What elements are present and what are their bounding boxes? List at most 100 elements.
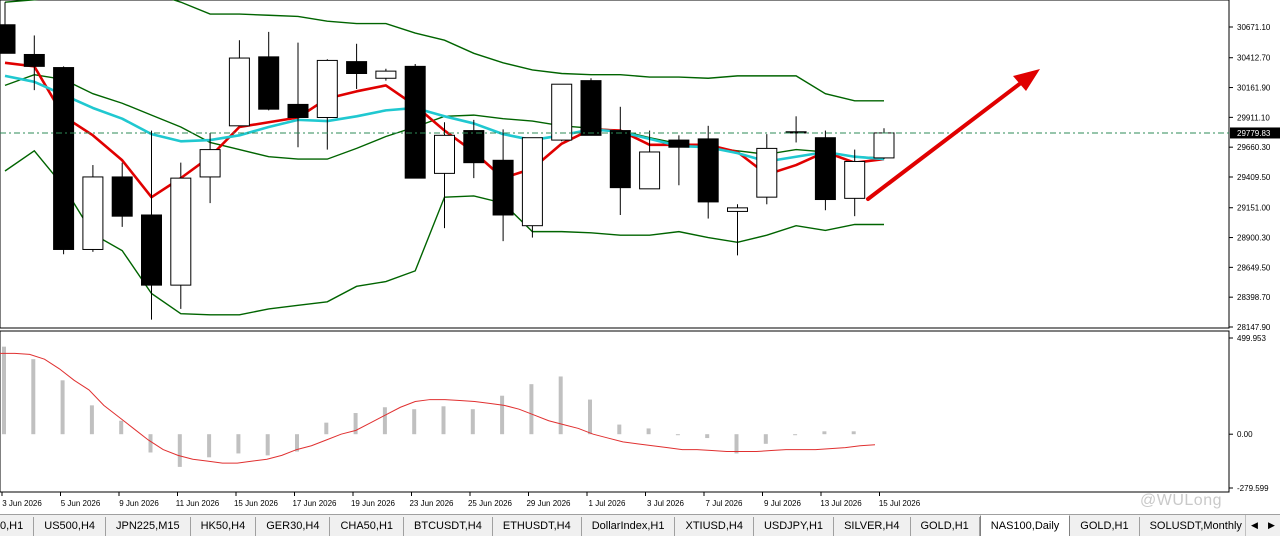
price-tick-label: 28900.30	[1237, 234, 1271, 243]
scroll-left-icon[interactable]: ◀	[1251, 520, 1258, 531]
histogram-bar	[148, 434, 153, 453]
candle-bearish	[111, 176, 133, 217]
tab-jpn225-m15[interactable]: JPN225,M15	[106, 517, 191, 536]
date-tick-label: 3 Jul 2026	[647, 499, 684, 508]
candle-bearish	[814, 137, 836, 201]
candle-bearish	[492, 159, 514, 216]
tab-usdjpy-h1[interactable]: USDJPY,H1	[754, 517, 835, 536]
histogram-bar	[851, 431, 856, 435]
date-tick-label: 15 Jul 2026	[879, 499, 921, 508]
histogram-bar	[822, 431, 827, 435]
tab-gold-h1[interactable]: GOLD,H1	[1070, 517, 1140, 536]
candle-bullish	[228, 57, 250, 127]
tab-xtiusd-h4[interactable]: XTIUSD,H4	[675, 517, 754, 536]
tab-gold-h1[interactable]: GOLD,H1	[911, 517, 980, 536]
candle-bullish	[82, 176, 104, 250]
candle-bullish	[727, 207, 748, 212]
oscillator-tick-label: 0.00	[1237, 430, 1253, 439]
date-tick-label: 7 Jul 2026	[706, 499, 743, 508]
histogram-bar	[675, 434, 680, 436]
tab-btcusdt-h4[interactable]: BTCUSDT,H4	[404, 517, 493, 536]
tab-us500-h4[interactable]: US500,H4	[34, 517, 107, 536]
tab-dollarindex-h1[interactable]: DollarIndex,H1	[582, 517, 676, 536]
date-tick-label: 23 Jun 2026	[409, 499, 454, 508]
candle-bullish	[375, 70, 397, 79]
date-tick-label: 13 Jul 2026	[820, 499, 862, 508]
histogram-bar	[31, 359, 36, 435]
price-tick-label: 28398.70	[1237, 293, 1271, 302]
oscillator-tick-label: 499.953	[1237, 334, 1266, 343]
tab-0-h1[interactable]: 0,H1	[0, 517, 35, 536]
histogram-bar	[529, 384, 534, 435]
tab-ger30-h4[interactable]: GER30,H4	[256, 517, 331, 536]
scroll-right-icon[interactable]: ▶	[1268, 520, 1275, 531]
date-tick-label: 29 Jun 2026	[526, 499, 571, 508]
histogram-bar	[119, 420, 124, 435]
tab-nas100-daily[interactable]: NAS100,Daily	[979, 515, 1071, 536]
histogram-bar	[412, 409, 417, 435]
tab-hk50-h4[interactable]: HK50,H4	[191, 517, 257, 536]
candle-bearish	[463, 130, 485, 164]
candle-bearish	[141, 214, 162, 286]
histogram-bar	[382, 407, 387, 435]
price-tick-label: 30671.10	[1237, 23, 1271, 32]
tab-silver-h4[interactable]: SILVER,H4	[834, 517, 911, 536]
oscillator-tick-label: -279.599	[1237, 484, 1269, 493]
histogram-bar	[236, 434, 241, 454]
price-tick-label: 30412.70	[1237, 54, 1271, 63]
histogram-bar	[2, 346, 6, 435]
histogram-bar	[558, 376, 563, 435]
candle-bullish	[639, 151, 661, 190]
candle-bullish	[316, 59, 338, 118]
candle-bullish	[521, 137, 543, 227]
histogram-bar	[588, 399, 592, 435]
price-tick-label: 28147.90	[1237, 323, 1271, 332]
price-tick-label: 28649.50	[1237, 263, 1271, 272]
price-tick-label: 29911.10	[1237, 113, 1270, 122]
tab-scroll-buttons[interactable]: ◀ ▶	[1245, 515, 1280, 536]
date-tick-label: 15 Jun 2026	[234, 499, 279, 508]
candle-bullish	[873, 132, 895, 159]
histogram-bar	[60, 380, 65, 435]
date-tick-label: 19 Jun 2026	[351, 499, 396, 508]
histogram-bar	[763, 434, 768, 444]
date-tick-label: 5 Jun 2026	[61, 499, 101, 508]
price-tick-label: 30161.90	[1237, 84, 1271, 93]
candle-bearish	[53, 67, 75, 250]
candle-bearish	[697, 138, 719, 203]
histogram-bar	[617, 424, 622, 435]
candle-bearish	[287, 103, 309, 118]
tab-solusdt-monthly[interactable]: SOLUSDT,Monthly	[1140, 517, 1253, 536]
date-tick-label: 9 Jul 2026	[764, 499, 801, 508]
histogram-bar	[470, 409, 475, 435]
histogram-bar	[265, 434, 270, 456]
price-tick-label: 29409.50	[1237, 173, 1271, 182]
histogram-bar	[705, 434, 710, 439]
histogram-bar	[324, 422, 329, 435]
histogram-bar	[734, 434, 739, 454]
candle-bearish	[609, 130, 631, 189]
histogram-bar	[177, 434, 182, 467]
date-tick-label: 3 Jun 2026	[2, 499, 42, 508]
tab-ethusdt-h4[interactable]: ETHUSDT,H4	[493, 517, 582, 536]
candle-bearish	[668, 139, 690, 148]
date-tick-label: 11 Jun 2026	[176, 499, 220, 508]
candle-bearish	[0, 24, 16, 54]
date-tick-label: 17 Jun 2026	[292, 499, 337, 508]
price-tick-label: 29660.30	[1237, 143, 1271, 152]
candle-bearish	[346, 61, 368, 75]
date-tick-label: 25 Jun 2026	[468, 499, 513, 508]
candle-bearish	[258, 56, 280, 110]
date-tick-label: 9 Jun 2026	[119, 499, 159, 508]
histogram-bar	[646, 428, 651, 435]
candle-bearish	[23, 53, 45, 67]
current-price-label: 29779.83	[1237, 129, 1271, 138]
candle-bearish	[404, 65, 426, 179]
histogram-bar	[89, 405, 94, 435]
date-tick-label: 1 Jul 2026	[589, 499, 626, 508]
tab-cha50-h1[interactable]: CHA50,H1	[330, 517, 405, 536]
candle-bullish	[199, 149, 221, 178]
chart-area[interactable]: 29779.83 30671.10 30412.70 30161.90 29911.1…	[0, 0, 1280, 514]
candle-bullish	[756, 147, 778, 198]
candle-bullish	[551, 83, 573, 141]
